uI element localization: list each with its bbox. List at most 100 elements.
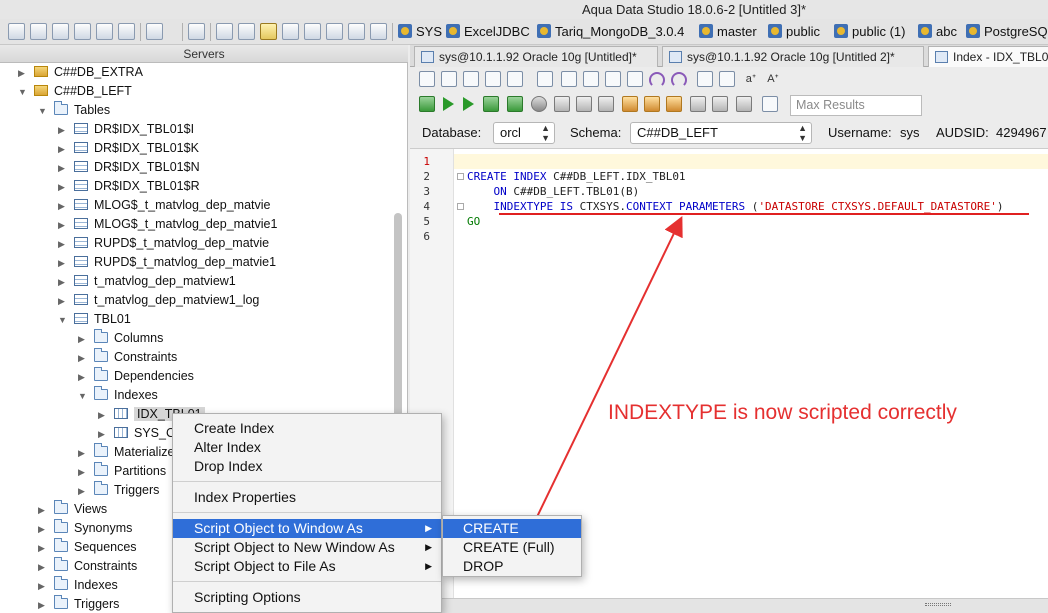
paste-icon[interactable]	[627, 71, 643, 87]
tree-item[interactable]: ▶ Sequences	[38, 538, 137, 557]
print-icon[interactable]	[537, 71, 553, 87]
collapsed-arrow-icon[interactable]: ▶	[58, 254, 68, 273]
select-icon[interactable]	[561, 71, 577, 87]
tree-item[interactable]: ▶ Synonyms	[38, 519, 132, 538]
tree-item[interactable]: ▶ Constraints	[78, 348, 177, 367]
export-icon[interactable]	[118, 23, 135, 40]
collapsed-arrow-icon[interactable]: ▶	[98, 425, 108, 444]
options-icon[interactable]	[762, 96, 778, 112]
rollback-icon[interactable]	[666, 96, 682, 112]
tree-item[interactable]: ▶ Partitions	[78, 462, 166, 481]
document-icon[interactable]	[146, 23, 163, 40]
expanded-arrow-icon[interactable]: ▼	[78, 387, 88, 406]
tab-untitled[interactable]: sys@10.1.1.92 Oracle 10g [Untitled]*	[414, 46, 658, 67]
results-grid-icon[interactable]	[554, 96, 570, 112]
collapsed-arrow-icon[interactable]: ▶	[38, 596, 48, 613]
collapsed-arrow-icon[interactable]: ▶	[58, 216, 68, 235]
menu-item-script-object-to-file[interactable]: Script Object to File As ▶	[173, 557, 441, 576]
collapsed-arrow-icon[interactable]: ▶	[78, 349, 88, 368]
save-icon[interactable]	[463, 71, 479, 87]
stop-icon[interactable]	[531, 96, 547, 112]
copy-server-icon[interactable]	[96, 23, 113, 40]
list-icon[interactable]	[370, 23, 387, 40]
collapsed-arrow-icon[interactable]: ▶	[38, 501, 48, 520]
tree-item[interactable]: ▼ Tables	[38, 101, 110, 120]
tree-item[interactable]: ▶ Materialize	[78, 443, 174, 462]
collapsed-arrow-icon[interactable]: ▶	[58, 121, 68, 140]
tree-item[interactable]: ▶ Views	[38, 500, 107, 519]
execute-icon[interactable]	[443, 97, 454, 111]
redo-icon[interactable]	[671, 72, 687, 88]
collapsed-arrow-icon[interactable]: ▶	[58, 159, 68, 178]
tree-item[interactable]: ▼ Indexes	[78, 386, 158, 405]
connection-postgresql[interactable]: PostgreSQ	[966, 22, 1048, 42]
layout-icon[interactable]	[238, 23, 255, 40]
collapsed-arrow-icon[interactable]: ▶	[18, 64, 28, 83]
collapsed-arrow-icon[interactable]: ▶	[78, 482, 88, 501]
connection-master[interactable]: master	[699, 22, 757, 42]
tree-item[interactable]: ▶ t_matvlog_dep_matview1_log	[58, 291, 259, 310]
collapsed-arrow-icon[interactable]: ▶	[78, 444, 88, 463]
page-icon[interactable]	[188, 23, 205, 40]
copy-icon[interactable]	[605, 71, 621, 87]
collapsed-arrow-icon[interactable]: ▶	[58, 235, 68, 254]
tree-item[interactable]: ▶ t_matvlog_dep_matview1	[58, 272, 236, 291]
commit-icon[interactable]	[644, 96, 660, 112]
collapsed-arrow-icon[interactable]: ▶	[78, 368, 88, 387]
collapsed-arrow-icon[interactable]: ▶	[58, 140, 68, 159]
query-window-icon[interactable]	[260, 23, 277, 40]
connection-public[interactable]: public	[768, 22, 820, 42]
new-file-icon[interactable]	[419, 71, 435, 87]
uppercase-icon[interactable]: Aᐩ	[765, 71, 781, 87]
execute-script-icon[interactable]	[483, 96, 499, 112]
tree-item[interactable]: ▼ C##DB_LEFT	[18, 82, 132, 101]
expanded-arrow-icon[interactable]: ▼	[58, 311, 68, 330]
execute-all-icon[interactable]	[419, 96, 435, 112]
tree-item[interactable]: ▶ DR$IDX_TBL01$I	[58, 120, 194, 139]
tree-item[interactable]: ▶ MLOG$_t_matvlog_dep_matvie	[58, 196, 270, 215]
collapsed-arrow-icon[interactable]: ▶	[38, 539, 48, 558]
menu-item-drop-index[interactable]: Drop Index	[173, 457, 441, 476]
menu-item-script-object-to-window[interactable]: Script Object to Window As ▶	[173, 519, 441, 538]
filter-icon[interactable]	[74, 23, 91, 40]
max-results-input[interactable]: Max Results	[790, 95, 922, 116]
save-all-icon[interactable]	[485, 71, 501, 87]
tree-item[interactable]: ▶ Dependencies	[78, 367, 194, 386]
tree-item[interactable]: ▶ DR$IDX_TBL01$R	[58, 177, 200, 196]
connection-tariq-mongodb[interactable]: Tariq_MongoDB_3.0.4	[537, 22, 684, 42]
tree-item[interactable]: ▼ TBL01	[58, 310, 131, 329]
tree-item[interactable]: ▶ Triggers	[78, 481, 159, 500]
columns-icon[interactable]	[326, 23, 343, 40]
menu-item-index-properties[interactable]: Index Properties	[173, 488, 441, 507]
collapsed-arrow-icon[interactable]: ▶	[78, 330, 88, 349]
tree-item[interactable]: ▶ RUPD$_t_matvlog_dep_matvie	[58, 234, 269, 253]
collapsed-arrow-icon[interactable]: ▶	[58, 273, 68, 292]
tree-item[interactable]: ▶ DR$IDX_TBL01$N	[58, 158, 200, 177]
tree-item[interactable]: ▶ MLOG$_t_matvlog_dep_matvie1	[58, 215, 277, 234]
menu-item-create-index[interactable]: Create Index	[173, 419, 441, 438]
open-file-icon[interactable]	[441, 71, 457, 87]
submenu-item-create-full[interactable]: CREATE (Full)	[443, 538, 581, 557]
tree-item[interactable]: ▶ Columns	[78, 329, 163, 348]
close-file-icon[interactable]	[507, 71, 523, 87]
collapsed-arrow-icon[interactable]: ▶	[38, 558, 48, 577]
tree-item[interactable]: ▶ DR$IDX_TBL01$K	[58, 139, 199, 158]
new-server-icon[interactable]	[8, 23, 25, 40]
expanded-arrow-icon[interactable]: ▼	[38, 102, 48, 121]
tree-item[interactable]: ▶ Indexes	[38, 576, 118, 595]
submenu-item-create[interactable]: CREATE	[443, 519, 581, 538]
replace-icon[interactable]	[719, 71, 735, 87]
collapsed-arrow-icon[interactable]: ▶	[58, 197, 68, 216]
output-panel-icon[interactable]	[712, 96, 728, 112]
undo-icon[interactable]	[649, 72, 665, 88]
connection-abc[interactable]: abc	[918, 22, 957, 42]
panel-icon[interactable]	[348, 23, 365, 40]
history-icon[interactable]	[736, 96, 752, 112]
results-text-icon[interactable]	[576, 96, 592, 112]
split-view-icon[interactable]	[304, 23, 321, 40]
search-server-icon[interactable]	[52, 23, 69, 40]
tree-item[interactable]: ▶ Constraints	[38, 557, 137, 576]
expanded-arrow-icon[interactable]: ▼	[18, 83, 28, 102]
tree-item[interactable]: ▶ C##DB_EXTRA	[18, 63, 143, 82]
resize-grip[interactable]	[925, 603, 951, 606]
